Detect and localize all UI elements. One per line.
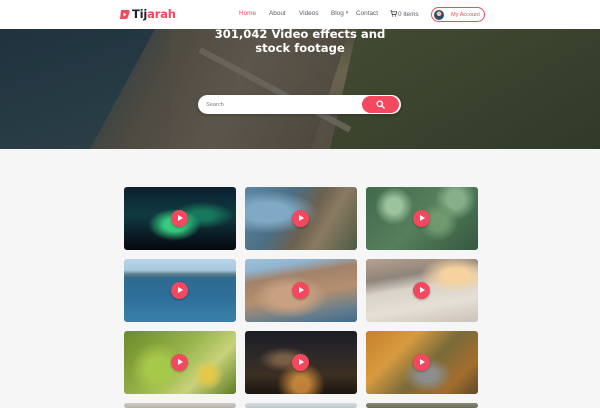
play-icon[interactable] — [292, 282, 309, 299]
search-input[interactable] — [206, 99, 356, 110]
my-account-button[interactable]: My Account — [431, 7, 485, 22]
video-card-forest[interactable] — [366, 187, 478, 250]
search-icon — [376, 100, 385, 109]
video-card-partial[interactable] — [366, 403, 478, 408]
nav-blog-label: Blog — [331, 10, 344, 17]
play-icon[interactable] — [171, 210, 188, 227]
nav-home[interactable]: Home — [239, 10, 256, 17]
play-icon[interactable] — [413, 210, 430, 227]
video-card-partial[interactable] — [245, 403, 357, 408]
play-icon[interactable] — [171, 282, 188, 299]
video-card-green-plant[interactable] — [124, 331, 236, 394]
chevron-down-icon: ▾ — [345, 10, 349, 16]
hero-title-line-2: stock footage — [255, 41, 345, 55]
play-icon[interactable] — [171, 354, 188, 371]
nav-contact[interactable]: Contact — [356, 10, 378, 17]
cart-label: 0 items — [398, 11, 419, 18]
avatar — [434, 9, 444, 20]
video-card-ocean-coast[interactable] — [124, 259, 236, 322]
play-icon[interactable] — [413, 354, 430, 371]
nav-about[interactable]: About — [269, 10, 286, 17]
main-nav: Home About Videos Blog ▾ Contact 0 items — [0, 10, 600, 20]
video-card-beach-sunset[interactable] — [366, 259, 478, 322]
my-account-label: My Account — [451, 11, 480, 18]
search-button[interactable] — [362, 96, 399, 113]
video-card-city-night[interactable] — [245, 331, 357, 394]
hero-title-line-1: 301,042 Video effects and — [214, 27, 386, 41]
play-icon[interactable] — [413, 282, 430, 299]
video-grid — [0, 149, 600, 408]
cart-icon — [390, 10, 397, 17]
nav-blog[interactable]: Blog ▾ — [331, 10, 348, 17]
play-icon[interactable] — [292, 354, 309, 371]
video-card-coastal-bridge[interactable] — [245, 187, 357, 250]
site-header: Tijarah Home About Videos Blog ▾ Contact … — [0, 0, 600, 29]
play-icon[interactable] — [292, 210, 309, 227]
video-card-sea-cliff[interactable] — [245, 259, 357, 322]
nav-videos[interactable]: Videos — [299, 10, 318, 17]
video-card-aurora[interactable] — [124, 187, 236, 250]
nav-cart[interactable]: 0 items — [390, 10, 419, 18]
hero-title: 301,042 Video effects and stock footage — [0, 27, 600, 55]
video-card-partial[interactable] — [124, 403, 236, 408]
video-card-autumn-road[interactable] — [366, 331, 478, 394]
